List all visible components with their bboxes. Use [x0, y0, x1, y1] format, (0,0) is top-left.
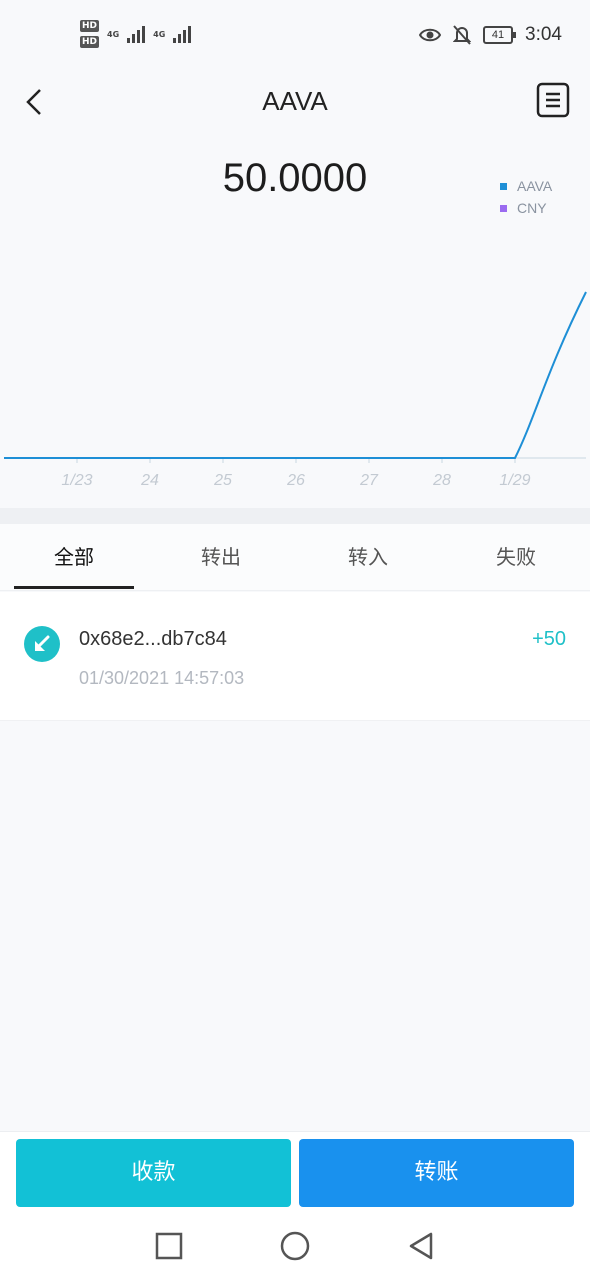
- square-icon[interactable]: [152, 1229, 186, 1263]
- status-right: 41 3:04: [419, 24, 562, 46]
- section-divider: [0, 508, 590, 524]
- network-type-sim1: 4G: [107, 29, 120, 39]
- page-title: AAVA: [262, 86, 328, 116]
- triangle-back-icon[interactable]: [404, 1229, 438, 1263]
- receive-button[interactable]: 收款: [16, 1139, 291, 1207]
- x-tick-label: 28: [432, 472, 451, 489]
- document-list-icon[interactable]: [536, 82, 570, 118]
- eye-icon: [419, 28, 442, 42]
- circle-icon[interactable]: [278, 1229, 312, 1263]
- transaction-row[interactable]: 0x68e2...db7c84 01/30/2021 14:57:03 +50: [0, 592, 590, 721]
- legend-item-cny: CNY: [500, 197, 552, 219]
- transfer-button[interactable]: 转账: [299, 1139, 574, 1207]
- transaction-hash: 0x68e2...db7c84: [79, 628, 227, 650]
- active-tab-indicator: [14, 586, 134, 589]
- chart-legend: AAVA CNY: [500, 175, 552, 219]
- legend-label: CNY: [517, 200, 547, 216]
- signal-bars-icon: [127, 25, 146, 43]
- balance-line-chart: 1/23 24 25 26 27 28 1/29: [4, 291, 587, 489]
- navigation-bar: AAVA: [0, 72, 590, 132]
- x-tick-label: 1/29: [499, 472, 530, 489]
- transaction-tabs: 全部 转出 转入 失败: [0, 524, 590, 591]
- bottom-action-bar: 收款 转账: [0, 1131, 590, 1212]
- tab-all[interactable]: 全部: [14, 524, 134, 588]
- hd-badge-sim1: HD: [80, 20, 100, 32]
- x-tick-label: 25: [213, 472, 232, 489]
- incoming-arrow-icon: [24, 626, 60, 662]
- series-line-aava: [4, 291, 587, 459]
- legend-item-aava: AAVA: [500, 175, 552, 197]
- signal-indicators: HD HD 4G 4G: [80, 20, 192, 48]
- system-navigation-bar: [0, 1211, 590, 1280]
- hd-badge-sim2: HD: [80, 36, 100, 48]
- x-tick-label: 26: [286, 472, 305, 489]
- status-bar: HD HD 4G 4G 41 3:04: [0, 0, 590, 72]
- legend-swatch: [500, 204, 507, 212]
- tab-outgoing[interactable]: 转出: [161, 524, 281, 588]
- bell-muted-icon: [453, 25, 472, 45]
- x-tick-label: 27: [359, 472, 379, 489]
- signal-bars-icon: [173, 25, 192, 43]
- x-tick-label: 24: [140, 472, 159, 489]
- transaction-amount: +50: [532, 628, 566, 650]
- x-tick-label: 1/23: [61, 472, 92, 489]
- clock: 3:04: [525, 24, 562, 45]
- network-type-sim2: 4G: [153, 29, 166, 39]
- legend-swatch: [500, 182, 507, 190]
- tab-failed[interactable]: 失败: [456, 524, 576, 588]
- legend-label: AAVA: [517, 178, 553, 194]
- battery-icon: 41: [483, 26, 517, 44]
- transaction-time: 01/30/2021 14:57:03: [79, 668, 245, 688]
- tab-incoming[interactable]: 转入: [308, 524, 428, 588]
